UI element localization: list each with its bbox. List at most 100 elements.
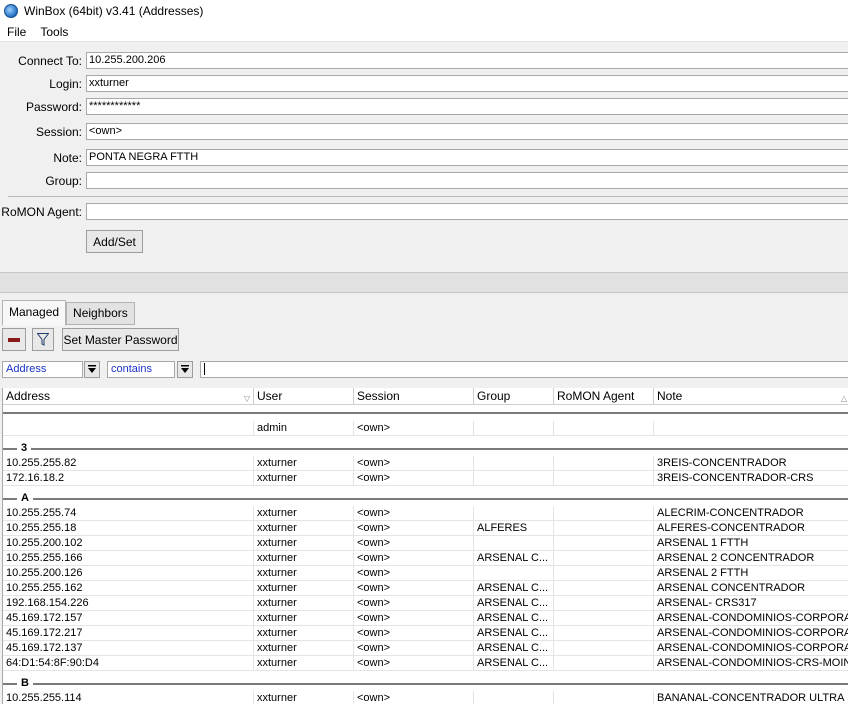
login-input[interactable]: xxturner <box>86 75 848 92</box>
filter-text-input[interactable] <box>200 361 848 378</box>
group-header-row[interactable]: 3 <box>3 441 848 456</box>
column-header-label: Note <box>657 389 683 403</box>
filter-field-select[interactable]: Address <box>2 361 83 378</box>
window-title: WinBox (64bit) v3.41 (Addresses) <box>24 4 204 18</box>
cell-session: <own> <box>354 626 474 641</box>
table-row[interactable]: 45.169.172.217 xxturner <own> ARSENAL C... A… <box>3 626 848 641</box>
winbox-app-icon <box>4 4 18 18</box>
cell-user: admin <box>254 421 354 436</box>
tab-managed[interactable]: Managed <box>2 300 67 326</box>
menu-bar: File Tools <box>0 22 848 42</box>
cell-user: xxturner <box>254 641 354 656</box>
group-header-row[interactable]: A <box>3 491 848 506</box>
table-row[interactable]: 10.255.200.126 xxturner <own> ARSENAL 2 FTT… <box>3 566 848 581</box>
title-bar: WinBox (64bit) v3.41 (Addresses) <box>0 0 848 22</box>
note-input[interactable]: PONTA NEGRA FTTH <box>86 149 848 166</box>
table-row[interactable]: 45.169.172.137 xxturner <own> ARSENAL C... A… <box>3 641 848 656</box>
form-separator <box>8 196 848 197</box>
remove-button[interactable] <box>2 328 26 351</box>
session-input[interactable]: <own> <box>86 123 848 140</box>
column-header-address[interactable]: Address ▽ <box>3 388 254 405</box>
filter-operator-dropdown-button[interactable] <box>177 361 193 378</box>
cell-note: ARSENAL CONCENTRADOR <box>654 581 848 596</box>
cell-romon-agent <box>554 456 654 471</box>
cell-group <box>474 566 554 581</box>
sort-desc-icon: ▽ <box>243 394 250 403</box>
column-header-note[interactable]: Note △ <box>654 388 848 405</box>
cell-romon-agent <box>554 551 654 566</box>
table-row[interactable]: 172.16.18.2 xxturner <own> 3REIS-CONCENTRAD… <box>3 471 848 486</box>
cell-group: ARSENAL C... <box>474 551 554 566</box>
tab-bar: Managed Neighbors <box>2 300 135 326</box>
cell-address: 45.169.172.157 <box>3 611 254 626</box>
cell-address: 10.255.255.74 <box>3 506 254 521</box>
cell-address: 10.255.255.162 <box>3 581 254 596</box>
cell-group: ARSENAL C... <box>474 596 554 611</box>
table-row[interactable]: 10.255.255.18 xxturner <own> ALFERES ALFERES… <box>3 521 848 536</box>
password-input[interactable]: ************ <box>86 98 848 115</box>
cell-romon-agent <box>554 656 654 671</box>
cell-session: <own> <box>354 641 474 656</box>
cell-session: <own> <box>354 596 474 611</box>
tab-neighbors[interactable]: Neighbors <box>66 302 135 325</box>
cell-address: 10.255.255.114 <box>3 691 254 704</box>
table-row[interactable]: 45.169.172.157 xxturner <own> ARSENAL C... A… <box>3 611 848 626</box>
group-header-label: 3 <box>17 441 32 455</box>
table-row[interactable]: 10.255.255.114 xxturner <own> BANANAL-CONCE… <box>3 691 848 704</box>
cell-note: ARSENAL 1 FTTH <box>654 536 848 551</box>
cell-address: 10.255.200.102 <box>3 536 254 551</box>
table-row[interactable]: 64:D1:54:8F:90:D4 xxturner <own> ARSENAL C.… <box>3 656 848 671</box>
cell-romon-agent <box>554 626 654 641</box>
table-row[interactable]: 10.255.255.166 xxturner <own> ARSENAL C... A… <box>3 551 848 566</box>
cell-romon-agent <box>554 581 654 596</box>
cell-address: 10.255.255.82 <box>3 456 254 471</box>
cell-address: 45.169.172.137 <box>3 641 254 656</box>
romon-agent-label: RoMON Agent: <box>1 205 82 219</box>
table-row[interactable]: 192.168.154.226 xxturner <own> ARSENAL C...… <box>3 596 848 611</box>
cell-romon-agent <box>554 471 654 486</box>
group-header-row[interactable]: B <box>3 676 848 691</box>
cell-group: ARSENAL C... <box>474 611 554 626</box>
column-header-session[interactable]: Session <box>354 388 474 405</box>
filter-field-dropdown-button[interactable] <box>84 361 100 378</box>
cell-group: ARSENAL C... <box>474 581 554 596</box>
cell-group: ARSENAL C... <box>474 656 554 671</box>
session-label: Session: <box>35 125 82 139</box>
set-master-password-button[interactable]: Set Master Password <box>62 328 179 351</box>
cell-group: ARSENAL C... <box>474 626 554 641</box>
cell-note: ARSENAL-CONDOMINIOS-CORPORA... <box>654 611 848 626</box>
cell-note: ARSENAL-CONDOMINIOS-CRS-MOIN... <box>654 656 848 671</box>
cell-session: <own> <box>354 456 474 471</box>
filter-operator-select[interactable]: contains <box>107 361 175 378</box>
connect-to-input[interactable]: 10.255.200.206 <box>86 52 848 69</box>
table-row[interactable]: 10.255.200.102 xxturner <own> ARSENAL 1 FTT… <box>3 536 848 551</box>
menu-tools[interactable]: Tools <box>33 23 75 41</box>
table-divider <box>3 412 848 414</box>
group-input[interactable] <box>86 172 848 189</box>
cell-romon-agent <box>554 521 654 536</box>
managed-table: Address ▽ User Session Group RoMON Agent… <box>2 388 848 704</box>
cell-user: xxturner <box>254 506 354 521</box>
filter-button[interactable] <box>32 328 54 351</box>
column-header-group[interactable]: Group <box>474 388 554 405</box>
table-row[interactable]: 10.255.255.74 xxturner <own> ALECRIM-CONCEN… <box>3 506 848 521</box>
column-header-user[interactable]: User <box>254 388 354 405</box>
cell-group <box>474 456 554 471</box>
cell-user: xxturner <box>254 456 354 471</box>
add-set-button[interactable]: Add/Set <box>86 230 143 253</box>
table-row[interactable]: 10.255.255.82 xxturner <own> 3REIS-CONCENTR… <box>3 456 848 471</box>
cell-group: ALFERES <box>474 521 554 536</box>
cell-group <box>474 471 554 486</box>
romon-agent-input[interactable] <box>86 203 848 220</box>
column-header-romon-agent[interactable]: RoMON Agent <box>554 388 654 405</box>
menu-file[interactable]: File <box>0 23 33 41</box>
dropdown-arrow-icon <box>88 365 96 373</box>
table-header: Address ▽ User Session Group RoMON Agent… <box>3 388 848 405</box>
cell-romon-agent <box>554 566 654 581</box>
cell-user: xxturner <box>254 471 354 486</box>
cell-session: <own> <box>354 611 474 626</box>
connect-to-label: Connect To: <box>18 54 82 68</box>
table-row[interactable]: admin <own> <box>3 421 848 436</box>
table-row[interactable]: 10.255.255.162 xxturner <own> ARSENAL C... A… <box>3 581 848 596</box>
cell-session: <own> <box>354 656 474 671</box>
